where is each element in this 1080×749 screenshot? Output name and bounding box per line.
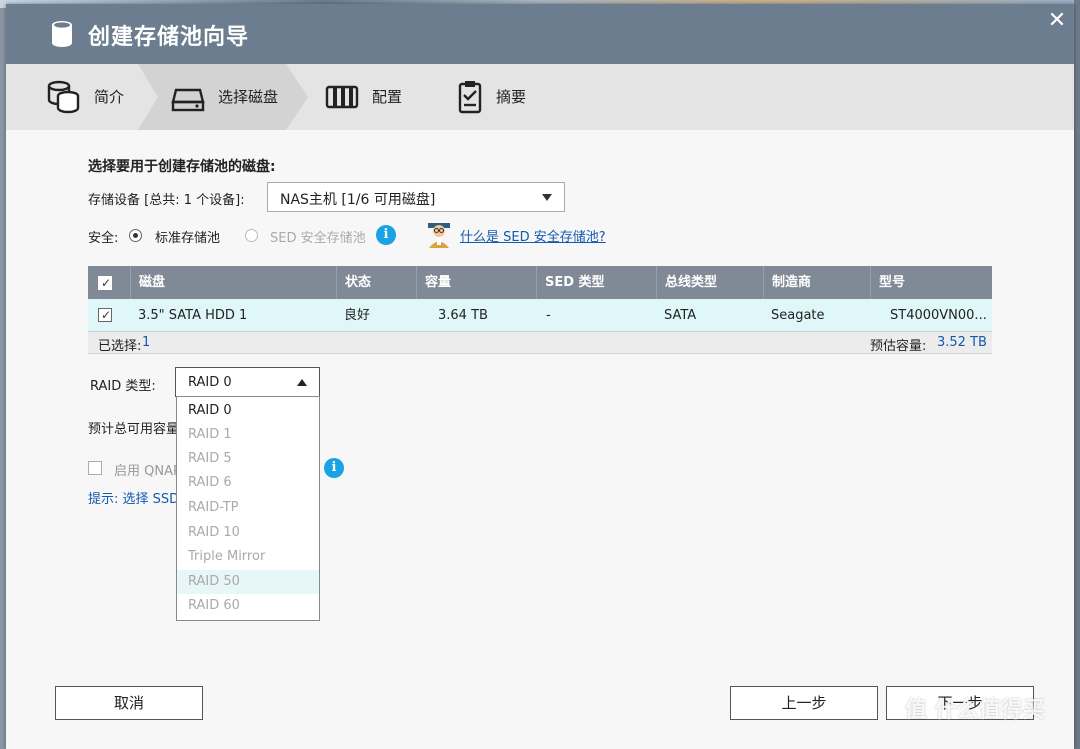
raid-option[interactable]: RAID 10 [177,521,319,545]
step-label: 摘要 [496,88,527,106]
raid-icon [324,80,360,114]
previous-button[interactable]: 上一步 [730,686,878,720]
col-vendor[interactable]: 制造商 [763,266,870,299]
chevron-up-icon [297,379,307,386]
sed-help-link[interactable]: 什么是 SED 安全存储池? [460,226,606,245]
title-bar[interactable]: 创建存储池向导 ✕ [6,4,1074,64]
cell-capacity: 3.64 TB [438,308,488,323]
wizard-window: 创建存储池向导 ✕ 简介 选择磁盘 配置 摘要 选择要用于创建存储池的磁盘: 存… [6,4,1074,749]
step-label: 配置 [372,88,403,106]
step-intro: 简介 [6,64,146,130]
raid-option[interactable]: Triple Mirror [177,545,319,569]
cell-disk: 3.5" SATA HDD 1 [138,308,248,323]
clipboard-icon [452,80,488,114]
wizard-steps: 简介 选择磁盘 配置 摘要 [6,64,1074,130]
info-icon[interactable]: i [376,225,396,245]
row-checkbox[interactable]: ✓ [98,308,112,322]
table-footer: 已选择: 1 预估容量: 3.52 TB [88,332,992,354]
col-bus-type[interactable]: 总线类型 [656,266,763,299]
col-model[interactable]: 型号 [870,266,992,299]
radio-standard-pool[interactable] [129,229,142,242]
select-all-checkbox[interactable]: ✓ [98,276,112,290]
info-icon[interactable]: i [324,458,344,478]
wizard-content: 选择要用于创建存储池的磁盘: 存储设备 [总共: 1 个设备]: NAS主机 [… [6,130,1074,749]
raid-option[interactable]: RAID 0 [177,399,319,423]
device-select[interactable]: NAS主机 [1/6 可用磁盘] [267,182,565,212]
step-label: 选择磁盘 [218,88,279,106]
col-sed-type[interactable]: SED 类型 [536,266,656,299]
raid-option[interactable]: RAID 6 [177,471,319,495]
estimate-value: 3.52 TB [937,335,987,350]
col-status[interactable]: 状态 [336,266,416,299]
raid-type-label: RAID 类型: [90,379,156,394]
cancel-button[interactable]: 取消 [55,686,203,720]
cell-vendor: Seagate [771,308,825,323]
step-select-disk: 选择磁盘 [156,64,306,130]
hdd-icon [170,80,206,114]
estimated-total-label: 预计总可用容量 [88,422,180,437]
database-icon [50,20,74,48]
step-summary: 摘要 [446,64,566,130]
window-title: 创建存储池向导 [88,25,250,50]
raid-type-select[interactable]: RAID 0 [175,367,320,397]
radio-sed-label: SED 安全存储池 [270,231,366,246]
qnap-checkbox[interactable] [88,461,102,475]
raid-option[interactable]: RAID 60 [177,594,319,618]
security-label: 安全: [88,231,119,246]
check-icon: ✓ [101,276,112,290]
hint-text: 提示: 选择 SSD [88,492,180,507]
section-heading: 选择要用于创建存储池的磁盘: [88,159,276,175]
database-icon [46,80,82,114]
check-icon: ✓ [101,308,112,322]
col-disk[interactable]: 磁盘 [130,266,336,299]
raid-dropdown-list: RAID 0 RAID 1 RAID 5 RAID 6 RAID-TP RAID… [176,396,320,621]
estimate-label: 预估容量: [870,339,927,354]
step-config: 配置 [316,64,436,130]
help-avatar-icon [424,219,454,249]
step-label: 简介 [94,88,125,106]
background-desktop-edge [1074,0,1080,749]
cell-sed-type: - [546,308,551,323]
radio-sed-pool[interactable] [245,229,258,242]
chevron-down-icon [542,194,552,201]
qnap-label: 启用 QNAP [114,464,181,479]
raid-option[interactable]: RAID 50 [177,570,319,594]
watermark: 值 什么值得买 [905,698,1045,723]
device-label: 存储设备 [总共: 1 个设备]: [88,193,245,208]
raid-select-value: RAID 0 [188,375,232,390]
table-row[interactable]: ✓ 3.5" SATA HDD 1 良好 3.64 TB - SATA Seag… [88,299,992,332]
cell-status: 良好 [344,308,371,323]
radio-standard-label: 标准存储池 [155,231,221,246]
selected-count: 1 [142,335,151,350]
cell-bus-type: SATA [664,308,697,323]
table-header: ✓ 磁盘 状态 容量 SED 类型 总线类型 制造商 型号 [88,266,992,299]
col-capacity[interactable]: 容量 [416,266,536,299]
cell-model: ST4000VN00... [890,308,987,323]
raid-option[interactable]: RAID 1 [177,423,319,447]
raid-option[interactable]: RAID-TP [177,496,319,520]
device-select-value: NAS主机 [1/6 可用磁盘] [280,192,436,208]
selected-label: 已选择: [98,339,142,354]
close-icon[interactable]: ✕ [1046,10,1068,32]
header-checkbox-cell: ✓ [88,266,130,299]
raid-option[interactable]: RAID 5 [177,447,319,471]
